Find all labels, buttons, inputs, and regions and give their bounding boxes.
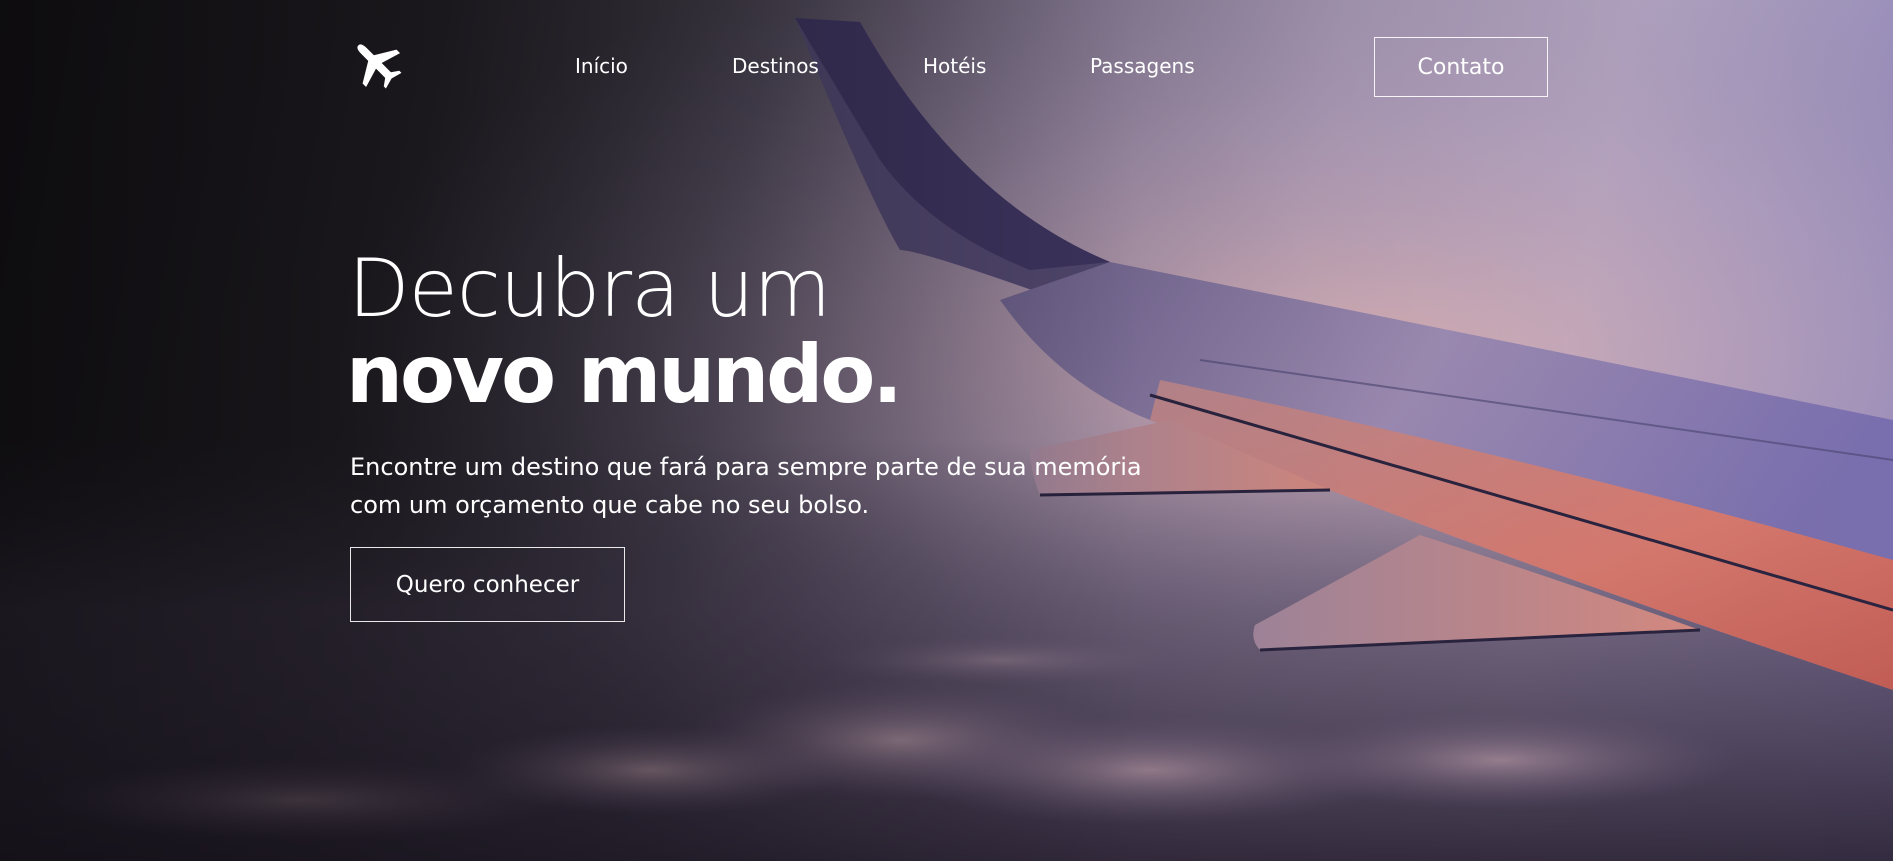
hero-lead: Encontre um destino que fará para sempre… (350, 448, 1210, 524)
hero-title-light: Decubra um (348, 242, 831, 335)
nav-link-passagens[interactable]: Passagens (1090, 54, 1195, 78)
hero-title-bold: novo mundo. (346, 328, 903, 421)
cta-button[interactable]: Quero conhecer (350, 547, 625, 622)
contact-button[interactable]: Contato (1374, 37, 1548, 97)
nav-link-inicio[interactable]: Início (575, 54, 628, 78)
hero-lead-line-1: Encontre um destino que fará para sempre… (350, 453, 1142, 481)
airplane-icon[interactable] (350, 36, 402, 90)
hero-section: Início Destinos Hotéis Passagens Contato… (0, 0, 1893, 861)
hero-overlay (0, 0, 1893, 861)
nav-link-hoteis[interactable]: Hotéis (923, 54, 986, 78)
hero-lead-line-2: com um orçamento que cabe no seu bolso. (350, 491, 870, 519)
nav-link-destinos[interactable]: Destinos (732, 54, 819, 78)
